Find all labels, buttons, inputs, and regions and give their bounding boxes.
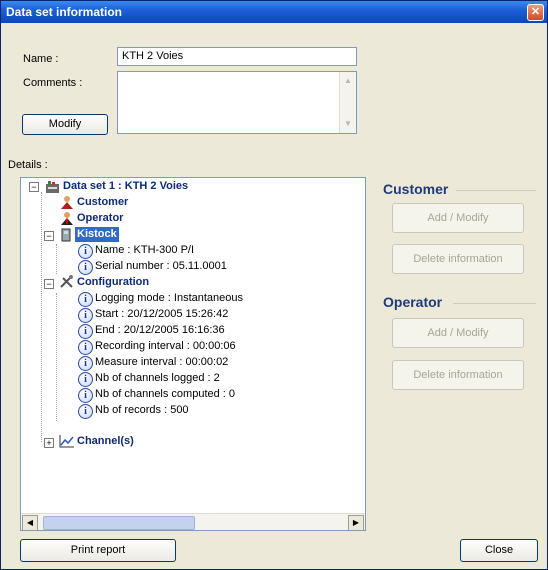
- tree-config-item[interactable]: Measure interval : 00:00:02: [95, 355, 228, 370]
- scroll-thumb[interactable]: [43, 516, 195, 530]
- expand-channels-icon[interactable]: +: [44, 438, 54, 448]
- tree-configuration[interactable]: Configuration: [77, 275, 149, 290]
- tree-kistock[interactable]: Kistock: [75, 227, 119, 242]
- info-icon: i: [78, 324, 93, 339]
- close-button[interactable]: Close: [460, 539, 538, 562]
- name-field[interactable]: KTH 2 Voies: [117, 47, 357, 66]
- collapse-root-icon[interactable]: −: [29, 182, 39, 192]
- customer-group-title: Customer: [383, 181, 449, 197]
- group-divider: [456, 190, 536, 191]
- tree-config-item[interactable]: Nb of records : 500: [95, 403, 189, 418]
- modify-button[interactable]: Modify: [22, 114, 108, 135]
- details-label: Details :: [8, 159, 48, 171]
- tree-customer[interactable]: Customer: [77, 195, 128, 210]
- dataset-icon: [46, 181, 59, 193]
- operator-delete-button[interactable]: Delete information: [392, 360, 524, 390]
- info-icon: i: [78, 244, 93, 259]
- tree-kistock-item[interactable]: Serial number : 05.11.0001: [95, 259, 227, 274]
- tree-root-label[interactable]: Data set 1 : KTH 2 Voies: [63, 179, 188, 194]
- info-icon: i: [78, 308, 93, 323]
- comments-scrollbar[interactable]: ▲ ▼: [339, 72, 356, 133]
- info-icon: i: [78, 340, 93, 355]
- tree-kistock-item[interactable]: Name : KTH-300 P/I: [95, 243, 194, 258]
- tree-config-item[interactable]: Nb of channels computed : 0: [95, 387, 235, 402]
- collapse-configuration-icon[interactable]: −: [44, 279, 54, 289]
- tree-config-item[interactable]: Start : 20/12/2005 15:26:42: [95, 307, 228, 322]
- operator-group-title: Operator: [383, 294, 443, 310]
- tree-line: [41, 192, 42, 442]
- operator-icon: [61, 212, 73, 225]
- window-title: Data set information: [6, 5, 123, 19]
- info-icon: i: [78, 388, 93, 403]
- operator-add-modify-button[interactable]: Add / Modify: [392, 318, 524, 348]
- title-bar[interactable]: Data set information ✕: [1, 1, 547, 23]
- info-icon: i: [78, 260, 93, 275]
- scroll-left-icon[interactable]: ◀: [22, 515, 38, 530]
- group-divider: [453, 303, 536, 304]
- comments-label: Comments :: [23, 77, 83, 89]
- scroll-up-icon[interactable]: ▲: [341, 74, 355, 88]
- data-set-information-window: Data set information ✕ Name : KTH 2 Voie…: [0, 0, 548, 570]
- customer-add-modify-button[interactable]: Add / Modify: [392, 203, 524, 233]
- info-icon: i: [78, 292, 93, 307]
- tree-config-item[interactable]: Nb of channels logged : 2: [95, 371, 220, 386]
- info-icon: i: [78, 404, 93, 419]
- tree-line: [56, 293, 57, 421]
- tools-icon: [60, 275, 73, 288]
- info-icon: i: [78, 356, 93, 371]
- customer-icon: [61, 196, 73, 209]
- tree-operator[interactable]: Operator: [77, 211, 123, 226]
- tree-config-item[interactable]: Logging mode : Instantaneous: [95, 291, 243, 306]
- chart-icon: [59, 435, 74, 448]
- tree-line: [56, 244, 57, 274]
- tree-channels[interactable]: Channel(s): [77, 434, 134, 449]
- comments-field[interactable]: ▲ ▼: [117, 71, 357, 134]
- scroll-right-icon[interactable]: ▶: [348, 515, 364, 530]
- tree-horizontal-scrollbar[interactable]: ◀ ▶: [21, 513, 365, 530]
- tree-config-item[interactable]: Recording interval : 00:00:06: [95, 339, 236, 354]
- kistock-device-icon: [61, 228, 71, 242]
- details-tree[interactable]: − Data set 1 : KTH 2 Voies Customer Oper…: [20, 177, 366, 531]
- close-window-icon[interactable]: ✕: [527, 4, 544, 21]
- tree-config-item[interactable]: End : 20/12/2005 16:16:36: [95, 323, 225, 338]
- print-report-button[interactable]: Print report: [20, 539, 176, 562]
- name-label: Name :: [23, 53, 59, 65]
- scroll-down-icon[interactable]: ▼: [341, 117, 355, 131]
- customer-delete-button[interactable]: Delete information: [392, 244, 524, 274]
- info-icon: i: [78, 372, 93, 387]
- collapse-kistock-icon[interactable]: −: [44, 231, 54, 241]
